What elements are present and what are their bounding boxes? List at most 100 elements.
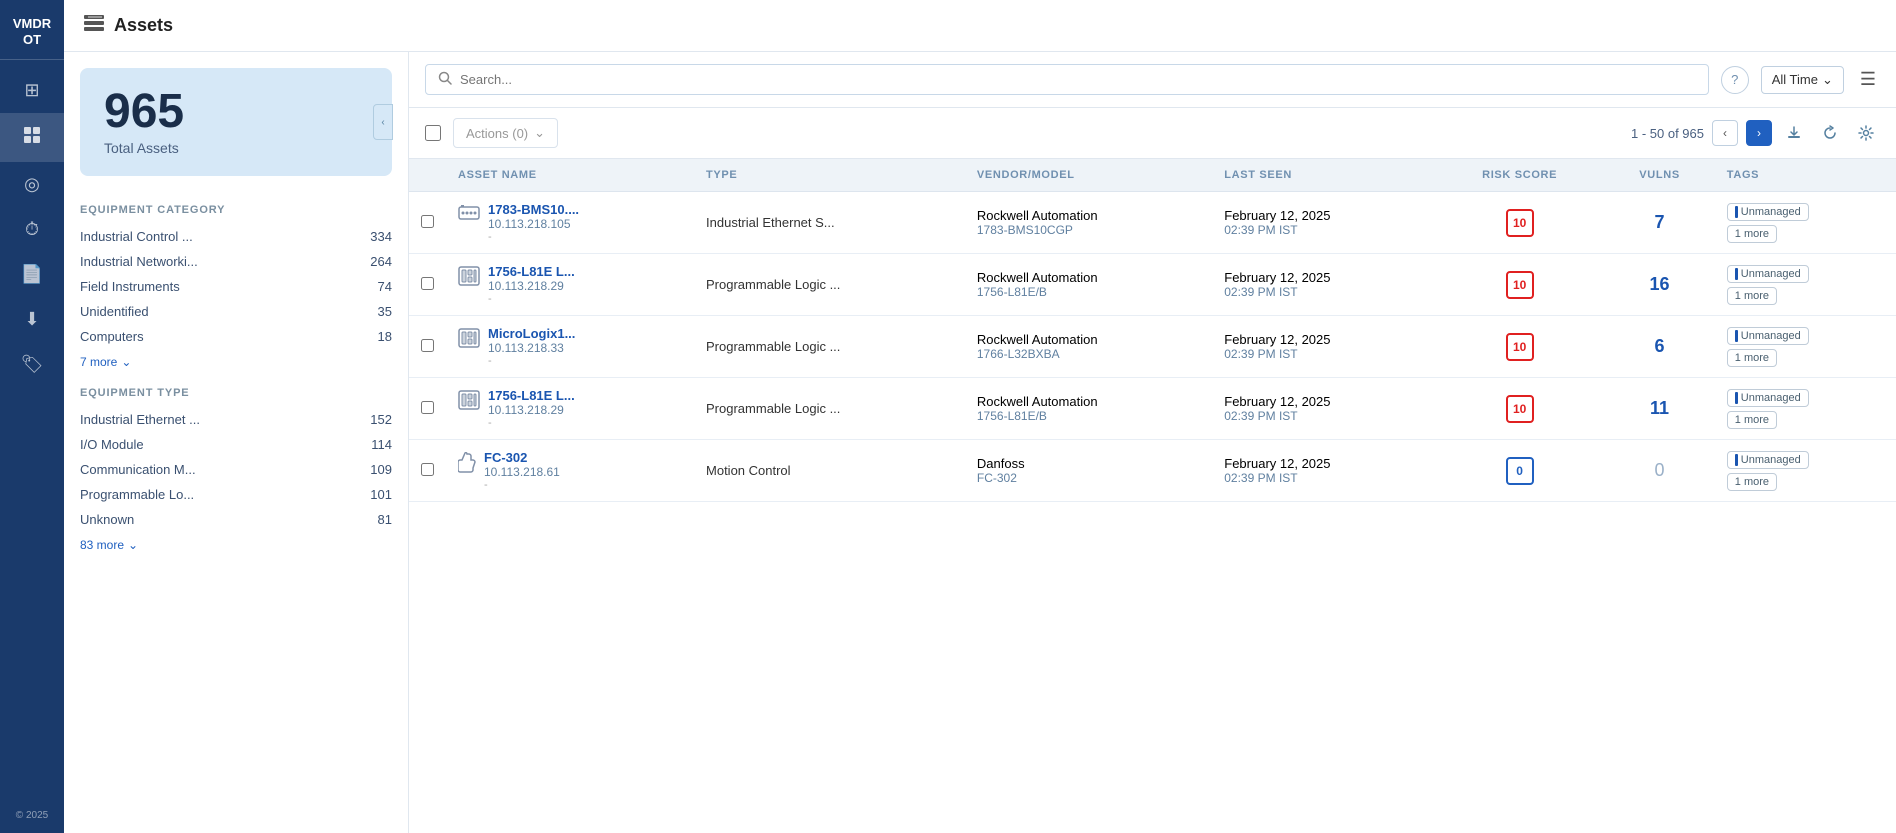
total-assets-info: 965 Total Assets (104, 88, 184, 156)
help-button[interactable]: ? (1721, 66, 1749, 94)
vulns-count: 6 (1655, 336, 1665, 356)
time-filter-select[interactable]: All Time ⌄ (1761, 66, 1844, 94)
asset-type-icon (458, 450, 476, 477)
row-checkbox-cell[interactable] (409, 254, 446, 316)
filter-item-field-instruments[interactable]: Field Instruments 74 (80, 274, 392, 299)
toolbar-left: Actions (0) ⌄ (425, 118, 558, 148)
sidebar-item-assets[interactable] (0, 113, 64, 162)
equipment-category-title: EQUIPMENT CATEGORY (80, 192, 392, 224)
vulns-count: 11 (1650, 398, 1669, 418)
row-checkbox[interactable] (421, 215, 434, 228)
asset-name-link[interactable]: 1756-L81E L... (488, 388, 575, 403)
vulns-count: 0 (1655, 460, 1665, 480)
tag-more[interactable]: 1 more (1727, 287, 1777, 305)
asset-name-link[interactable]: MicroLogix1... (488, 326, 575, 341)
filter-item-industrial-networking[interactable]: Industrial Networki... 264 (80, 249, 392, 274)
sidebar-item-globe[interactable]: ◎ (0, 162, 64, 207)
vulns-cell: 0 (1604, 440, 1714, 502)
asset-name-link[interactable]: FC-302 (484, 450, 560, 465)
equipment-type-more[interactable]: 83 more ⌄ (80, 532, 392, 558)
tag-unmanaged[interactable]: Unmanaged (1727, 203, 1809, 221)
sidebar-item-tags[interactable]: 🏷 (0, 342, 64, 387)
total-assets-card: 965 Total Assets ‹ (80, 68, 392, 176)
filter-item-io-module[interactable]: I/O Module 114 (80, 432, 392, 457)
last-seen-cell: February 12, 2025 02:39 PM IST (1212, 378, 1435, 440)
asset-ip: 10.113.218.105 (488, 217, 579, 231)
filter-item-programmable-logic[interactable]: Programmable Lo... 101 (80, 482, 392, 507)
search-input[interactable] (460, 72, 1696, 87)
asset-name-link[interactable]: 1783-BMS10.... (488, 202, 579, 217)
tag-unmanaged[interactable]: Unmanaged (1727, 265, 1809, 283)
row-checkbox-cell[interactable] (409, 440, 446, 502)
tag-more[interactable]: 1 more (1727, 473, 1777, 491)
filter-item-computers[interactable]: Computers 18 (80, 324, 392, 349)
vulns-cell: 6 (1604, 316, 1714, 378)
sidebar-item-dashboard[interactable]: ⊞ (0, 68, 64, 113)
filter-item-unknown[interactable]: Unknown 81 (80, 507, 392, 532)
risk-score-cell: 10 (1435, 378, 1604, 440)
asset-note: - (488, 231, 579, 243)
risk-score-cell: 0 (1435, 440, 1604, 502)
asset-note: - (488, 355, 575, 367)
th-vulns: VULNS (1604, 159, 1714, 192)
refresh-button[interactable] (1816, 119, 1844, 147)
row-checkbox-cell[interactable] (409, 378, 446, 440)
asset-name-link[interactable]: 1756-L81E L... (488, 264, 575, 279)
tag-unmanaged[interactable]: Unmanaged (1727, 451, 1809, 469)
row-checkbox[interactable] (421, 277, 434, 290)
risk-score-cell: 10 (1435, 316, 1604, 378)
type-cell: Motion Control (694, 440, 965, 502)
tag-more[interactable]: 1 more (1727, 349, 1777, 367)
filter-item-communication-m[interactable]: Communication M... 109 (80, 457, 392, 482)
table-row: 1756-L81E L... 10.113.218.29 - Programma… (409, 378, 1896, 440)
tag-unmanaged[interactable]: Unmanaged (1727, 389, 1809, 407)
header-assets-icon (84, 14, 104, 37)
vulns-count: 16 (1650, 274, 1670, 294)
filter-item-unidentified[interactable]: Unidentified 35 (80, 299, 392, 324)
menu-button[interactable]: ☰ (1856, 69, 1880, 90)
equipment-category-more[interactable]: 7 more ⌄ (80, 349, 392, 375)
prev-page-button[interactable]: ‹ (1712, 120, 1738, 146)
search-icon (438, 71, 452, 88)
vulns-cell: 16 (1604, 254, 1714, 316)
actions-chevron-icon: ⌄ (534, 125, 545, 141)
row-checkbox[interactable] (421, 463, 434, 476)
select-all-checkbox[interactable] (425, 125, 441, 141)
left-panel: 965 Total Assets ‹ EQUIPMENT CATEGORY In… (64, 52, 409, 833)
sidebar-footer: © 2025 (16, 798, 48, 833)
th-risk-score: RISK SCORE (1435, 159, 1604, 192)
history-icon: ⏱ (25, 219, 39, 240)
tag-more[interactable]: 1 more (1727, 225, 1777, 243)
filter-item-industrial-control[interactable]: Industrial Control ... 334 (80, 224, 392, 249)
settings-button[interactable] (1852, 119, 1880, 147)
main-area: Assets 965 Total Assets ‹ EQUIPMENT CATE… (64, 0, 1896, 833)
toolbar: Actions (0) ⌄ 1 - 50 of 965 ‹ › (409, 108, 1896, 159)
equipment-type-title: EQUIPMENT TYPE (80, 375, 392, 407)
asset-note: - (488, 417, 575, 429)
sidebar-item-download[interactable]: ⬇ (0, 297, 64, 342)
tags-cell: Unmanaged 1 more (1715, 254, 1896, 316)
actions-button[interactable]: Actions (0) ⌄ (453, 118, 558, 148)
chevron-down-icon: ⌄ (121, 355, 131, 369)
globe-icon: ◎ (24, 174, 40, 195)
row-checkbox-cell[interactable] (409, 316, 446, 378)
search-bar: ? All Time ⌄ ☰ (409, 52, 1896, 108)
sidebar-logo: VMDR OT (0, 8, 64, 60)
collapse-panel-button[interactable]: ‹ (373, 104, 393, 140)
tag-more[interactable]: 1 more (1727, 411, 1777, 429)
sidebar-item-history[interactable]: ⏱ (0, 207, 64, 252)
tags-cell: Unmanaged 1 more (1715, 192, 1896, 254)
search-input-wrapper[interactable] (425, 64, 1709, 95)
table-row: FC-302 10.113.218.61 - Motion Control Da… (409, 440, 1896, 502)
next-page-button[interactable]: › (1746, 120, 1772, 146)
tag-unmanaged[interactable]: Unmanaged (1727, 327, 1809, 345)
filter-item-industrial-ethernet[interactable]: Industrial Ethernet ... 152 (80, 407, 392, 432)
asset-name-cell: 1783-BMS10.... 10.113.218.105 - (446, 192, 694, 254)
row-checkbox[interactable] (421, 401, 434, 414)
sidebar-item-report[interactable]: 📄 (0, 252, 64, 297)
page-header: Assets (64, 0, 1896, 52)
row-checkbox-cell[interactable] (409, 192, 446, 254)
export-button[interactable] (1780, 119, 1808, 147)
risk-badge: 10 (1506, 395, 1534, 423)
row-checkbox[interactable] (421, 339, 434, 352)
